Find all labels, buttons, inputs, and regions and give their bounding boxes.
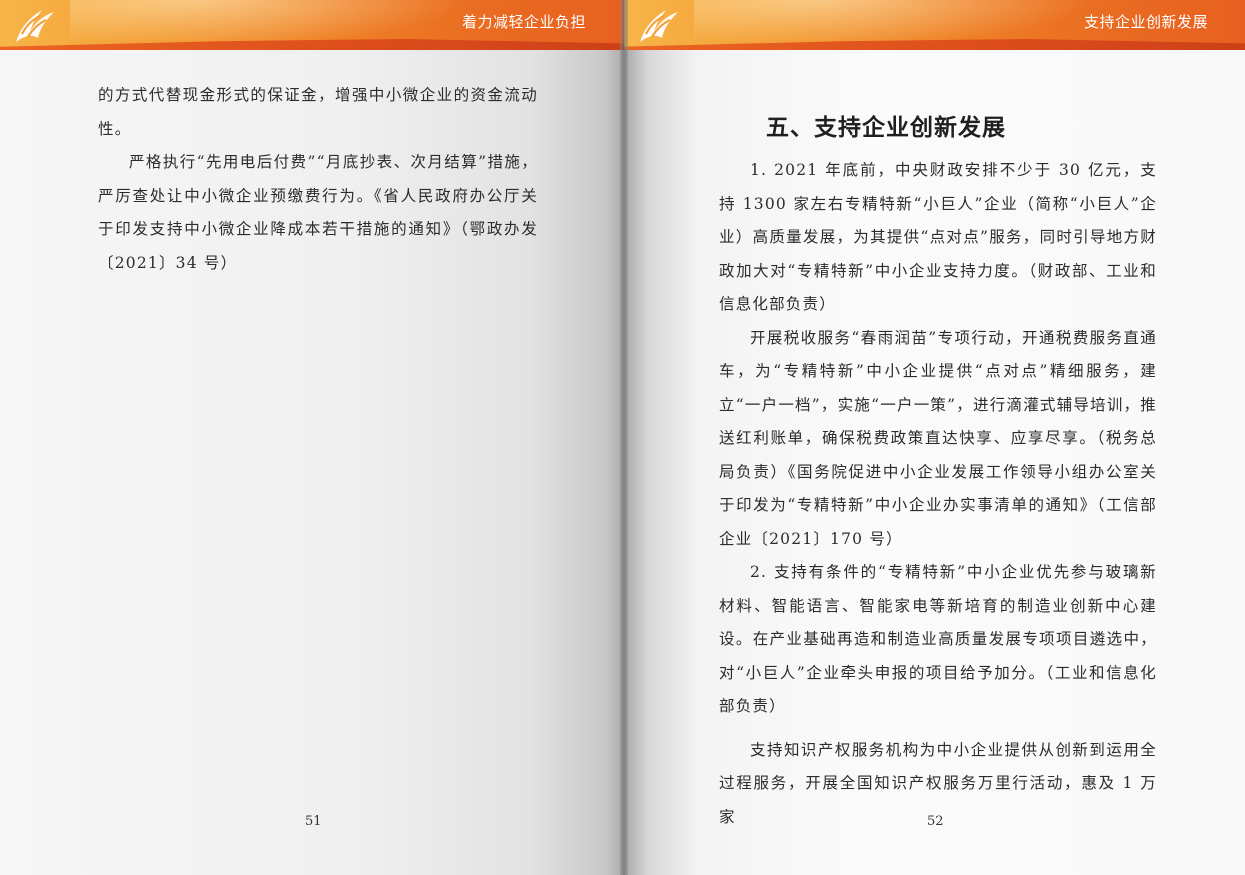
page-number: 51 bbox=[305, 814, 322, 829]
header-title: 着力减轻企业负担 bbox=[461, 13, 586, 31]
paragraph: 严格执行“先用电后付费”“月底抄表、次月结算”措施，严厉查处让中小微企业预缴费行… bbox=[98, 153, 538, 272]
header-swoosh bbox=[694, 0, 1114, 50]
left-page: 着力减轻企业负担 的方式代替现金形式的保证金，增强中小微企业的资金流动性。 严格… bbox=[0, 0, 624, 875]
book-gutter bbox=[620, 0, 628, 875]
phoenix-logo-icon bbox=[640, 10, 678, 42]
header-swoosh bbox=[70, 0, 490, 50]
paragraph: 1. 2021 年底前，中央财政安排不少于 30 亿元，支持 1300 家左右专… bbox=[719, 161, 1157, 313]
right-page: 支持企业创新发展 五、支持企业创新发展 1. 2021 年底前，中央财政安排不少… bbox=[624, 0, 1245, 875]
left-page-header: 着力减轻企业负担 bbox=[0, 0, 624, 50]
section-title: 五、支持企业创新发展 bbox=[766, 115, 1006, 141]
left-page-body: 的方式代替现金形式的保证金，增强中小微企业的资金流动性。 严格执行“先用电后付费… bbox=[98, 79, 538, 280]
page-number: 52 bbox=[927, 814, 944, 829]
right-page-body: 1. 2021 年底前，中央财政安排不少于 30 亿元，支持 1300 家左右专… bbox=[719, 154, 1157, 834]
right-page-header: 支持企业创新发展 bbox=[624, 0, 1245, 50]
phoenix-logo-icon bbox=[16, 10, 54, 42]
paragraph: 2. 支持有条件的“专精特新”中小企业优先参与玻璃新材料、智能语言、智能家电等新… bbox=[719, 563, 1157, 715]
book-spread: 着力减轻企业负担 的方式代替现金形式的保证金，增强中小微企业的资金流动性。 严格… bbox=[0, 0, 1245, 875]
paragraph: 的方式代替现金形式的保证金，增强中小微企业的资金流动性。 bbox=[98, 86, 538, 138]
paragraph: 开展税收服务“春雨润苗”专项行动，开通税费服务直通车，为“专精特新”中小企业提供… bbox=[719, 328, 1157, 548]
header-title: 支持企业创新发展 bbox=[1083, 13, 1208, 31]
